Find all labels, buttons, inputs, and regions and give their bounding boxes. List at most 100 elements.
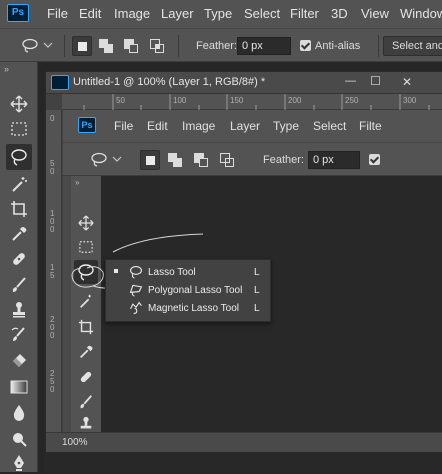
add-to-selection-button[interactable] bbox=[97, 36, 117, 56]
new-selection-button[interactable] bbox=[72, 36, 92, 56]
document-window: Untitled-1 @ 100% (Layer 1, RGB/8#) * — … bbox=[45, 71, 442, 473]
nested-menu-type: Type bbox=[273, 119, 300, 133]
nested-menu-file: File bbox=[114, 119, 134, 133]
menu-layer[interactable]: Layer bbox=[161, 6, 194, 21]
blur-tool-icon[interactable] bbox=[8, 402, 30, 424]
ruler-label: 5 0 bbox=[50, 159, 55, 176]
ruler-label: 250 bbox=[345, 96, 359, 105]
eyedropper-tool-icon[interactable] bbox=[8, 223, 30, 245]
crop-tool-icon bbox=[78, 319, 94, 335]
menu-file[interactable]: File bbox=[47, 6, 68, 21]
nested-menu-filter: Filte bbox=[359, 119, 382, 133]
menu-3d[interactable]: 3D bbox=[331, 6, 348, 21]
menu-image[interactable]: Image bbox=[114, 6, 150, 21]
left-ruler: 0 5 0 1 0 0 1 5 2 0 0 2 5 0 bbox=[46, 110, 62, 452]
zoom-level[interactable]: 100% bbox=[62, 437, 88, 448]
pen-tool-icon[interactable] bbox=[8, 452, 30, 474]
antialias-checkbox bbox=[369, 154, 380, 165]
menu-type[interactable]: Type bbox=[204, 6, 232, 21]
canvas[interactable]: Ps File Edit Image Layer Type Select Fil… bbox=[63, 110, 442, 432]
document-status-bar: 100% bbox=[46, 432, 442, 452]
magic-wand-tool-icon[interactable] bbox=[8, 173, 30, 195]
lasso-tools-flyout: Lasso Tool L Polygonal Lasso Tool L Magn… bbox=[105, 259, 271, 322]
ruler-label: 2 5 0 bbox=[50, 369, 55, 394]
feather-label: Feather: bbox=[196, 40, 237, 52]
eyedropper-tool-icon bbox=[80, 345, 93, 358]
close-icon[interactable]: ✕ bbox=[402, 75, 412, 89]
subtract-from-selection-button[interactable] bbox=[122, 36, 142, 56]
nested-menu-bar: Ps File Edit Image Layer Type Select Fil… bbox=[63, 110, 442, 142]
nested-menu-image: Image bbox=[182, 119, 216, 133]
ruler-label: 200 bbox=[288, 96, 302, 105]
separator bbox=[64, 35, 65, 57]
add-to-selection-button bbox=[166, 150, 186, 170]
lasso-preset-icon bbox=[91, 152, 122, 167]
flyout-item-lasso[interactable]: Lasso Tool L bbox=[106, 264, 270, 282]
select-and-mask-label: Select and bbox=[392, 40, 442, 52]
menu-window[interactable]: Window bbox=[400, 6, 442, 21]
ruler-label: 300 bbox=[403, 96, 417, 105]
separator bbox=[378, 35, 379, 57]
flyout-item-polygonal-lasso[interactable]: Polygonal Lasso Tool L bbox=[106, 282, 270, 300]
flyout-item-shortcut: L bbox=[254, 285, 260, 296]
flyout-item-label: Magnetic Lasso Tool bbox=[148, 303, 239, 314]
flyout-item-shortcut: L bbox=[254, 267, 260, 278]
lasso-icon bbox=[130, 266, 142, 279]
tools-panel: » bbox=[0, 62, 38, 472]
ruler-label: 1 0 0 bbox=[50, 209, 55, 234]
intersect-selection-button bbox=[218, 150, 238, 170]
feather-input[interactable]: 0 px bbox=[237, 37, 291, 55]
document-title: Untitled-1 @ 100% (Layer 1, RGB/8#) * bbox=[73, 76, 266, 88]
options-bar: Feather: 0 px Anti-alias Select and bbox=[0, 28, 442, 62]
document-title-bar[interactable]: Untitled-1 @ 100% (Layer 1, RGB/8#) * — … bbox=[46, 72, 442, 94]
panel-collapse-handle[interactable]: » bbox=[4, 64, 9, 74]
antialias-label: Anti-alias bbox=[315, 40, 361, 52]
feather-label: Feather: bbox=[263, 154, 304, 166]
menu-bar: Ps File Edit Image Layer Type Select Fil… bbox=[0, 0, 442, 28]
flyout-item-label: Polygonal Lasso Tool bbox=[148, 285, 243, 296]
photoshop-logo: Ps bbox=[7, 4, 29, 22]
separator bbox=[178, 35, 179, 57]
healing-brush-tool-icon[interactable] bbox=[8, 248, 30, 270]
menu-edit[interactable]: Edit bbox=[79, 6, 101, 21]
menu-filter[interactable]: Filter bbox=[290, 6, 319, 21]
top-ruler: 50 100 150 200 250 300 bbox=[62, 94, 442, 110]
ruler-label: 150 bbox=[230, 96, 244, 105]
photoshop-logo: Ps bbox=[78, 117, 96, 133]
flyout-item-magnetic-lasso[interactable]: Magnetic Lasso Tool L bbox=[106, 300, 270, 318]
marquee-tool-icon[interactable] bbox=[8, 118, 30, 140]
move-tool-icon[interactable] bbox=[8, 93, 30, 115]
restore-icon[interactable]: ☐ bbox=[370, 74, 381, 88]
brush-tool-icon[interactable] bbox=[8, 274, 30, 296]
panel-collapse-handle: » bbox=[75, 178, 80, 187]
history-brush-tool-icon[interactable] bbox=[8, 324, 30, 346]
clone-stamp-tool-icon[interactable] bbox=[8, 299, 30, 321]
polygonal-lasso-icon bbox=[129, 284, 143, 297]
new-selection-button bbox=[140, 150, 160, 170]
antialias-checkbox[interactable] bbox=[300, 40, 311, 51]
menu-select[interactable]: Select bbox=[244, 6, 280, 21]
eraser-tool-icon[interactable] bbox=[8, 350, 30, 372]
clone-stamp-tool-icon bbox=[80, 416, 92, 429]
magnetic-lasso-icon bbox=[130, 301, 142, 314]
document-bottom-area bbox=[46, 452, 442, 473]
menu-view[interactable]: View bbox=[361, 6, 389, 21]
ruler-label: 1 5 bbox=[50, 263, 55, 280]
lasso-tool-icon[interactable] bbox=[6, 144, 32, 170]
nested-menu-layer: Layer bbox=[230, 119, 261, 133]
lasso-preset-icon[interactable] bbox=[20, 37, 54, 55]
select-and-mask-button[interactable]: Select and bbox=[383, 36, 442, 56]
intersect-selection-button[interactable] bbox=[148, 36, 168, 56]
nested-options-bar: Feather: 0 px bbox=[63, 142, 442, 176]
healing-brush-tool-icon bbox=[80, 371, 92, 383]
nested-menu-select: Select bbox=[313, 119, 347, 133]
gradient-tool-icon[interactable] bbox=[8, 376, 30, 398]
brush-tool-icon bbox=[80, 395, 92, 409]
move-tool-icon bbox=[78, 215, 94, 231]
crop-tool-icon[interactable] bbox=[8, 198, 30, 220]
minimize-icon[interactable]: — bbox=[345, 75, 356, 87]
nested-menu-edit: Edit bbox=[147, 119, 168, 133]
dodge-tool-icon[interactable] bbox=[8, 428, 30, 450]
subtract-from-selection-button bbox=[192, 150, 212, 170]
ruler-label: 50 bbox=[116, 96, 125, 105]
